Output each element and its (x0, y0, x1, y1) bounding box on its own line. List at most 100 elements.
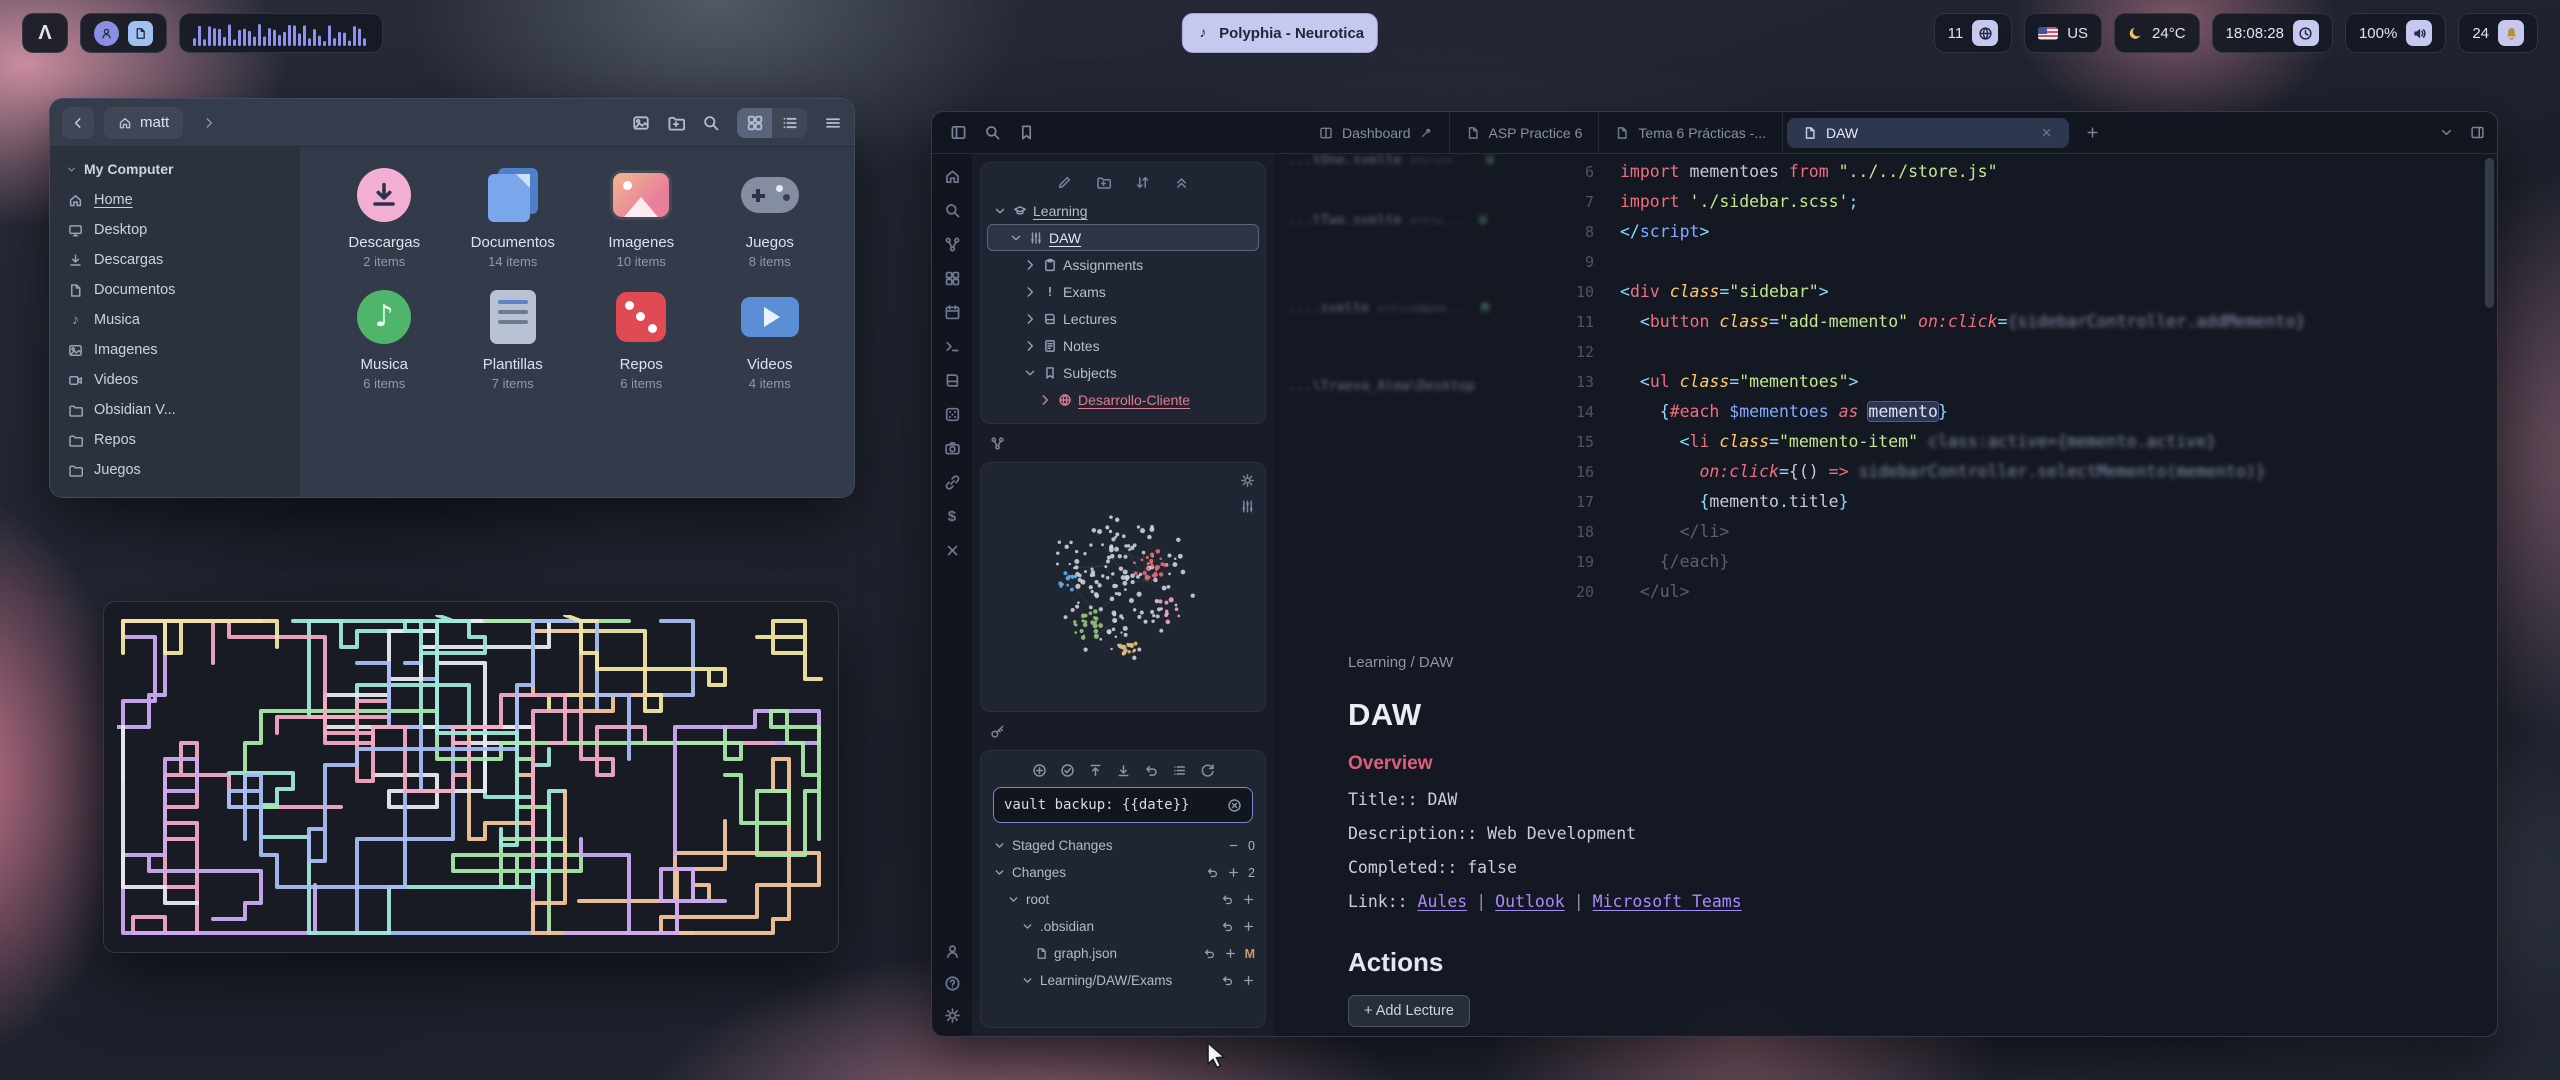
git-row-changes[interactable]: Changes2 (991, 859, 1255, 886)
git-row-root[interactable]: root (991, 886, 1255, 913)
tab-list-icon[interactable] (2439, 125, 2454, 140)
down-line-icon[interactable] (1116, 763, 1131, 778)
terminal-ribbon-icon[interactable] (944, 338, 961, 355)
sidebar-item-musica[interactable]: ♪Musica (50, 305, 300, 335)
plus-icon[interactable] (1224, 947, 1237, 960)
keyboard-layout-module[interactable]: US (2024, 13, 2102, 53)
dice-ribbon-icon[interactable] (944, 406, 961, 423)
code-editor[interactable]: 6import mementoes from "../../store.js"7… (1274, 157, 2497, 607)
link-ribbon-icon[interactable] (944, 474, 961, 491)
bookmark-icon[interactable] (1018, 124, 1035, 141)
sliders-icon[interactable] (1240, 499, 1255, 514)
new-tab-button[interactable] (2085, 125, 2100, 140)
panel-left-icon[interactable] (950, 124, 967, 141)
weather-module[interactable]: 24°C (2114, 13, 2200, 53)
forward-button[interactable] (193, 107, 225, 139)
note-breadcrumb[interactable]: Learning / DAW (1348, 654, 2449, 671)
sidebar-title[interactable]: My Computer (50, 155, 300, 185)
git-row-graph-json[interactable]: graph.jsonM (991, 940, 1255, 967)
sidebar-item-obsidian-v[interactable]: Obsidian V... (50, 395, 300, 425)
tree-item-daw[interactable]: DAW (987, 224, 1259, 251)
tree-item-lectures[interactable]: Lectures (987, 305, 1259, 332)
collapse-icon[interactable] (1174, 175, 1189, 190)
workspace-pill[interactable] (80, 13, 167, 53)
commit-message-input[interactable] (1004, 797, 1219, 813)
plus-icon[interactable] (1242, 893, 1255, 906)
updates-module[interactable]: 11 (1934, 13, 2013, 53)
folder-plus-icon[interactable] (667, 114, 685, 132)
folder-repos[interactable]: Repos6 items (577, 285, 706, 391)
view-list[interactable] (772, 108, 807, 138)
sidebar-item-repos[interactable]: Repos (50, 425, 300, 455)
close-ribbon-icon[interactable] (944, 542, 961, 559)
person-ribbon-icon[interactable] (944, 943, 961, 960)
clock-module[interactable]: 18:08:28 (2212, 13, 2333, 53)
sidebar-item-videos[interactable]: Videos (50, 365, 300, 395)
sidebar-item-desktop[interactable]: Desktop (50, 215, 300, 245)
undo-icon[interactable] (1144, 763, 1159, 778)
fork-ribbon-icon[interactable] (944, 236, 961, 253)
back-button[interactable] (62, 107, 94, 139)
help-ribbon-icon[interactable] (944, 975, 961, 992)
camera-ribbon-icon[interactable] (944, 440, 961, 457)
tab-asp-practice-6[interactable]: ASP Practice 6 (1450, 112, 1600, 154)
folder-plantillas[interactable]: Plantillas7 items (449, 285, 578, 391)
scrollbar[interactable] (2485, 158, 2494, 1030)
tab-daw[interactable]: DAW (1787, 118, 2069, 148)
plus-icon[interactable] (1242, 974, 1255, 987)
workspace-app-1[interactable] (94, 21, 119, 46)
tree-item-exams[interactable]: !Exams (987, 278, 1259, 305)
tree-item-learning[interactable]: Learning (987, 197, 1259, 224)
image-icon[interactable] (632, 114, 650, 132)
tree-item-desarrollo-cliente[interactable]: Desarrollo-Cliente (987, 386, 1259, 413)
sort-icon[interactable] (1135, 175, 1150, 190)
search-ribbon-icon[interactable] (944, 202, 961, 219)
search-icon[interactable] (702, 114, 720, 132)
notifications-module[interactable]: 24 (2458, 13, 2538, 53)
plus-icon[interactable] (1227, 866, 1240, 879)
git-row-learning-daw-exams[interactable]: Learning/DAW/Exams (991, 967, 1255, 994)
grid-ribbon-icon[interactable] (944, 270, 961, 287)
close-tab-icon[interactable] (2040, 126, 2053, 139)
tree-item-subjects[interactable]: Subjects (987, 359, 1259, 386)
tree-item-notes[interactable]: Notes (987, 332, 1259, 359)
volume-module[interactable]: 100% (2345, 13, 2446, 53)
tab-tema-6-pr-cticas[interactable]: Tema 6 Prácticas -... (1599, 112, 1783, 154)
workspace-app-2[interactable] (128, 21, 153, 46)
scrollbar-thumb[interactable] (2485, 158, 2494, 308)
pipes-terminal-window[interactable] (103, 601, 839, 953)
undo-icon[interactable] (1203, 947, 1216, 960)
view-grid[interactable] (737, 108, 772, 138)
search-icon[interactable] (984, 124, 1001, 141)
minus-icon[interactable] (1227, 839, 1240, 852)
sidebar-item-descargas[interactable]: Descargas (50, 245, 300, 275)
link-aules[interactable]: Aules (1418, 892, 1468, 911)
plus-circle-icon[interactable] (1032, 763, 1047, 778)
git-row-obsidian[interactable]: .obsidian (991, 913, 1255, 940)
folder-imagenes[interactable]: Imagenes10 items (577, 163, 706, 269)
tree-item-assignments[interactable]: Assignments (987, 251, 1259, 278)
sidebar-item-documentos[interactable]: Documentos (50, 275, 300, 305)
now-playing-pill[interactable]: ♪ Polyphia - Neurotica (1182, 13, 1378, 53)
split-layout-icon[interactable] (2470, 125, 2485, 140)
book-ribbon-icon[interactable] (944, 372, 961, 389)
local-graph-panel[interactable] (980, 462, 1266, 712)
undo-icon[interactable] (1221, 974, 1234, 987)
action-button-add-lecture[interactable]: + Add Lecture (1348, 995, 1470, 1027)
tab-dashboard[interactable]: Dashboard (1303, 112, 1450, 154)
link-outlook[interactable]: Outlook (1495, 892, 1565, 911)
up-line-icon[interactable] (1088, 763, 1103, 778)
folder-descargas[interactable]: Descargas2 items (320, 163, 449, 269)
undo-icon[interactable] (1221, 893, 1234, 906)
calendar-ribbon-icon[interactable] (944, 304, 961, 321)
folder-documentos[interactable]: Documentos14 items (449, 163, 578, 269)
folder-musica[interactable]: ♪Musica6 items (320, 285, 449, 391)
check-circle-icon[interactable] (1060, 763, 1075, 778)
launcher-button[interactable]: Λ (22, 13, 68, 53)
sidebar-item-imagenes[interactable]: Imagenes (50, 335, 300, 365)
undo-icon[interactable] (1206, 866, 1219, 879)
folder-videos[interactable]: Videos4 items (706, 285, 835, 391)
clear-message-icon[interactable] (1227, 798, 1242, 813)
gear-icon[interactable] (1240, 473, 1255, 488)
menu-icon[interactable] (824, 114, 842, 132)
